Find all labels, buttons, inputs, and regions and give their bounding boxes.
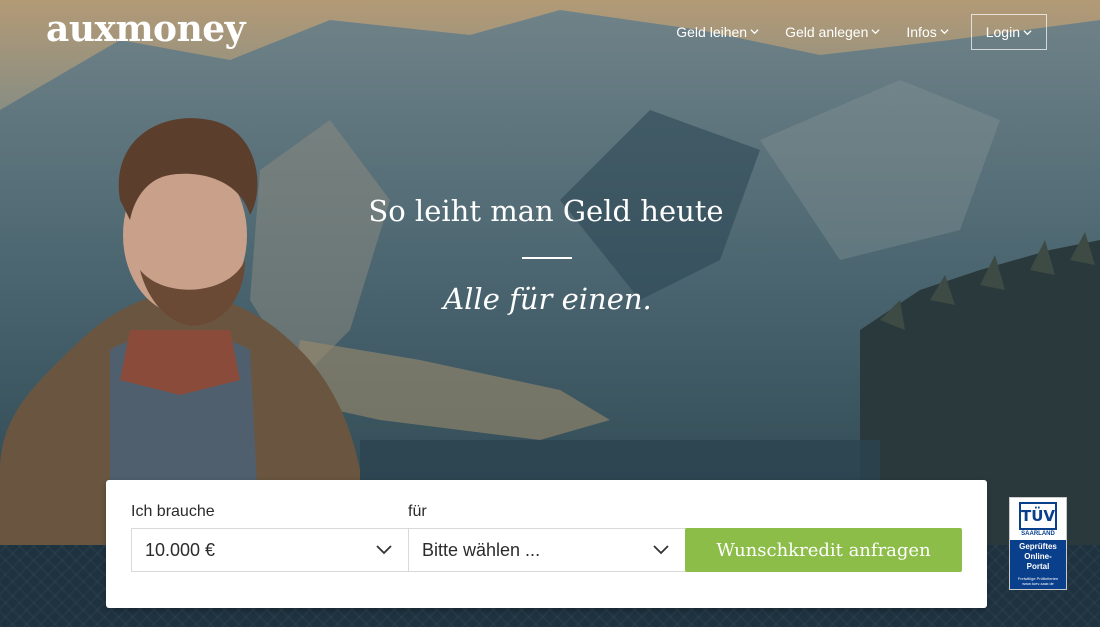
amount-label: Ich brauche — [131, 503, 215, 520]
nav-infos[interactable]: Infos — [906, 24, 949, 40]
hero-tagline: Alle für einen. — [443, 282, 652, 316]
nav-geld-anlegen[interactable]: Geld anlegen — [785, 24, 880, 40]
purpose-label: für — [408, 503, 427, 520]
nav-label: Infos — [906, 24, 937, 40]
amount-select[interactable]: 10.000 € — [131, 528, 409, 572]
chevron-down-icon — [940, 29, 949, 35]
hero-background — [0, 0, 1100, 545]
nav-geld-leihen[interactable]: Geld leihen — [676, 24, 759, 40]
hero-divider — [522, 257, 572, 259]
tuv-region: SAARLAND — [1021, 531, 1055, 537]
chevron-down-icon — [750, 29, 759, 35]
tuv-logo: TÜV — [1019, 502, 1057, 530]
purpose-select[interactable]: Bitte wählen ... — [408, 528, 686, 572]
login-label: Login — [985, 24, 1020, 40]
tuv-line1: Geprüftes — [1019, 542, 1057, 551]
login-button[interactable]: Login — [970, 14, 1047, 50]
amount-value: 10.000 € — [145, 539, 216, 560]
chevron-down-icon — [1023, 29, 1032, 35]
auxmoney-logo[interactable]: auxmoney — [46, 8, 246, 50]
nav-label: Geld leihen — [676, 24, 748, 40]
loan-request-form: Ich brauche 10.000 € für Bitte wählen ..… — [106, 480, 987, 608]
tuv-badge-bottom: Geprüftes Online- Portal Freiwillige Prü… — [1010, 540, 1066, 589]
main-nav: Geld leihen Geld anlegen Infos Login — [650, 14, 1047, 50]
tuv-badge[interactable]: TÜV SAARLAND Geprüftes Online- Portal Fr… — [1009, 497, 1067, 590]
tuv-line2: Online- — [1024, 552, 1052, 561]
chevron-down-icon — [871, 29, 880, 35]
request-credit-button[interactable]: Wunschkredit anfragen — [685, 528, 962, 572]
chevron-down-icon — [376, 545, 392, 555]
tuv-small-print: Freiwillige Prüfkriterien www.tuev-saar.… — [1017, 576, 1059, 586]
chevron-down-icon — [653, 545, 669, 555]
nav-label: Geld anlegen — [785, 24, 869, 40]
purpose-value: Bitte wählen ... — [422, 539, 541, 560]
mountain-lake-photo — [0, 0, 1100, 545]
tuv-line3: Portal — [1026, 562, 1050, 571]
hero-headline: So leiht man Geld heute — [368, 194, 724, 228]
tuv-badge-top: TÜV SAARLAND — [1010, 498, 1066, 540]
